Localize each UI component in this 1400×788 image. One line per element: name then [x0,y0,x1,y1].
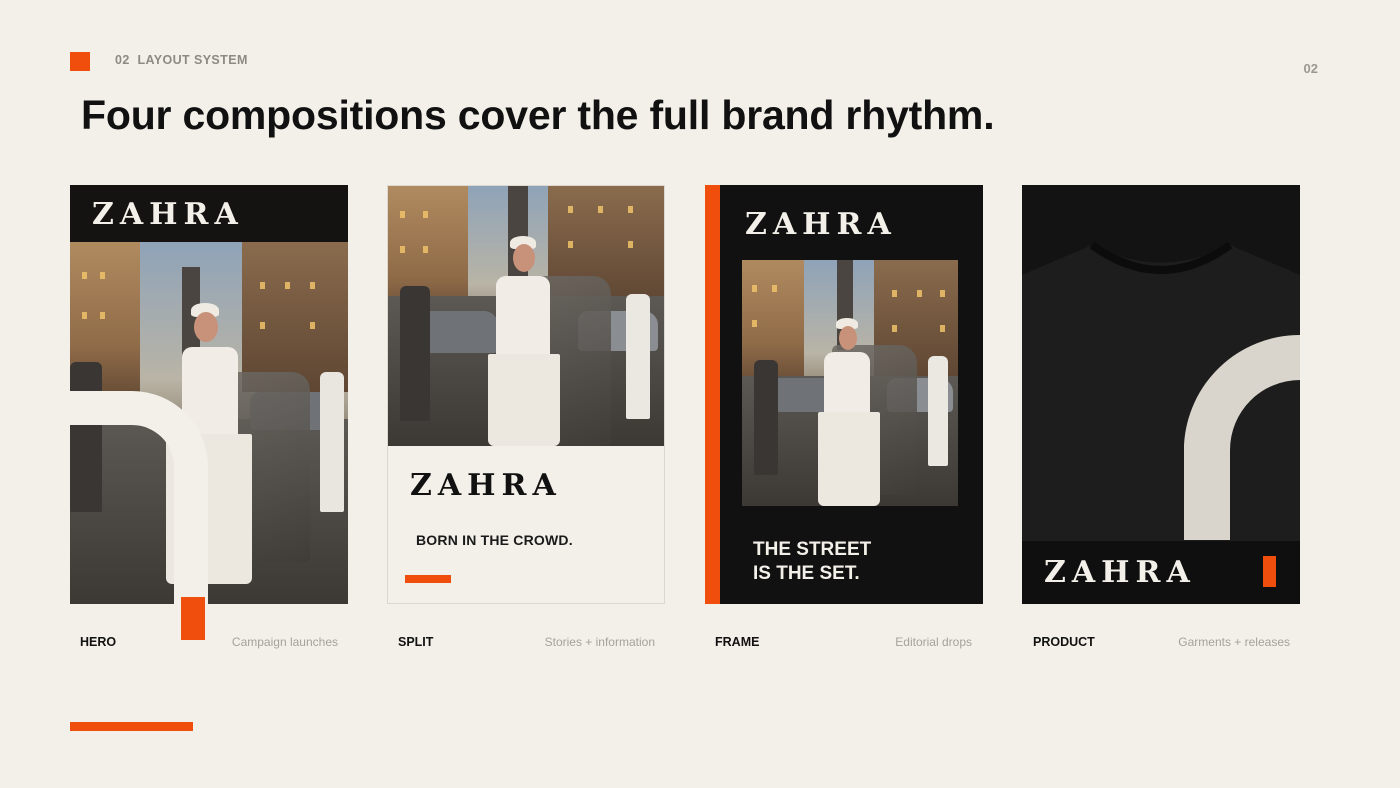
frame-label: FRAME [715,635,760,649]
split-tagline: BORN IN THE CROWD. [416,532,573,548]
footer-accent-bar [70,722,193,731]
brand-logo: ZAHRA [745,207,897,242]
split-label: SPLIT [398,635,434,649]
frame-description: Editorial drops [895,635,972,649]
hero-arch-graphic [70,391,208,604]
split-card[interactable]: ZAHRA BORN IN THE CROWD. [387,185,665,604]
frame-tagline-line-1: THE STREET [753,539,872,560]
frame-card[interactable]: ZAHRA THE STREET IS THE SET. [705,185,983,604]
product-label: PRODUCT [1033,635,1095,649]
product-accent-mark [1263,556,1276,587]
tshirt-graphic [1022,185,1300,604]
brand-logo: ZAHRA [410,468,562,503]
brand-logo: ZAHRA [92,197,244,232]
page-number: 02 [1303,61,1318,76]
frame-accent-stripe [705,185,720,604]
brand-logo: ZAHRA [1044,555,1196,590]
hero-card[interactable]: ZAHRA [70,185,348,604]
hero-description: Campaign launches [231,635,338,649]
product-card[interactable]: ZAHRA [1022,185,1300,604]
section-kicker: 02 LAYOUT SYSTEM [115,53,248,67]
split-photo [388,186,664,446]
split-accent-bar [405,575,451,583]
hero-accent-block [181,597,205,640]
frame-tagline-line-2: IS THE SET. [753,563,860,584]
page-title: Four compositions cover the full brand r… [81,92,995,138]
frame-photo [742,260,958,506]
kicker-accent-square [70,52,90,71]
product-description: Garments + releases [1178,635,1290,649]
hero-label: HERO [80,635,117,649]
split-description: Stories + information [544,635,655,649]
